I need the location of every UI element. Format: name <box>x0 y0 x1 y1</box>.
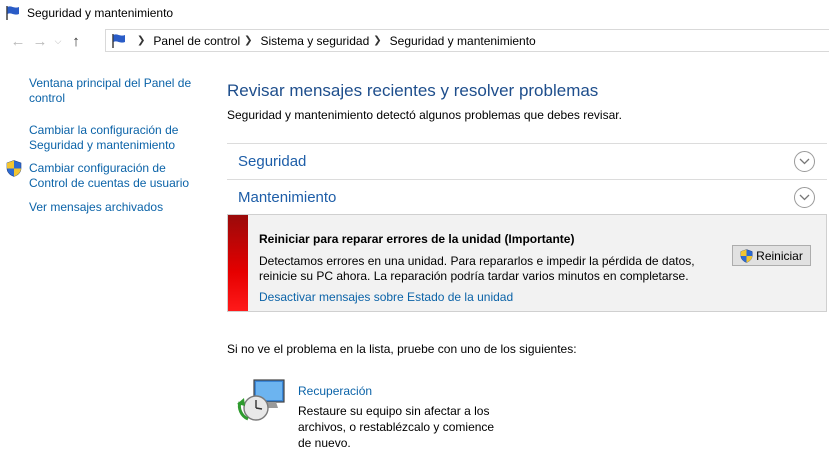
severity-bar <box>228 215 248 311</box>
up-button[interactable]: ↑ <box>65 30 87 52</box>
address-bar[interactable]: ❯ Panel de control ❯ Sistema y seguridad… <box>105 29 829 52</box>
restart-button[interactable]: Reiniciar <box>732 245 811 266</box>
back-button[interactable]: ← <box>7 30 29 52</box>
sidebar: Ventana principal del Panel de control C… <box>0 56 205 473</box>
restart-button-label: Reiniciar <box>756 248 803 263</box>
sidebar-link-change-security-settings[interactable]: Cambiar la configuración de Seguridad y … <box>29 123 199 153</box>
disable-messages-link[interactable]: Desactivar mensajes sobre Estado de la u… <box>259 290 513 304</box>
chevron-down-icon <box>799 158 810 165</box>
arrow-right-icon: → <box>32 32 48 50</box>
alert-panel: Reiniciar para reparar errores de la uni… <box>227 214 827 312</box>
window-title: Seguridad y mantenimiento <box>27 6 174 20</box>
recovery-icon <box>237 379 285 421</box>
section-maintenance[interactable]: Mantenimiento <box>227 179 827 215</box>
uac-shield-icon <box>740 248 753 263</box>
section-security[interactable]: Seguridad <box>227 143 827 179</box>
chevron-right-icon[interactable]: ❯ <box>373 35 381 46</box>
flag-icon <box>112 33 125 48</box>
flag-icon <box>6 6 19 20</box>
chevron-right-icon: ❯ <box>137 35 146 46</box>
breadcrumb-item[interactable]: Seguridad y mantenimiento <box>390 34 536 48</box>
title-bar: Seguridad y mantenimiento <box>0 0 829 26</box>
uac-shield-icon <box>6 160 22 177</box>
alert-title: Reiniciar para reparar errores de la uni… <box>259 232 575 246</box>
arrow-left-icon: ← <box>10 32 26 50</box>
sidebar-link-control-panel-home[interactable]: Ventana principal del Panel de control <box>29 76 199 106</box>
forward-button[interactable]: → <box>29 30 51 52</box>
page-title: Revisar mensajes recientes y resolver pr… <box>227 81 599 100</box>
alert-description: Detectamos errores en una unidad. Para r… <box>259 254 695 283</box>
recovery-link[interactable]: Recuperación <box>298 384 372 398</box>
chevron-down-icon: ⌵ <box>54 35 62 46</box>
navigation-bar: ← → ⌵ ↑ ❯ Panel de control ❯ Sistema y s… <box>0 26 829 56</box>
breadcrumb-item[interactable]: Sistema y seguridad <box>261 34 370 48</box>
sidebar-link-archived-messages[interactable]: Ver mensajes archivados <box>29 200 199 215</box>
sidebar-link-uac-settings[interactable]: Cambiar configuración de Control de cuen… <box>29 161 199 191</box>
recent-locations-button[interactable]: ⌵ <box>51 30 65 52</box>
section-title: Seguridad <box>238 153 307 170</box>
expand-button[interactable] <box>794 151 815 172</box>
chevron-right-icon[interactable]: ❯ <box>244 35 252 46</box>
page-subtitle: Seguridad y mantenimiento detectó alguno… <box>227 108 622 122</box>
troubleshoot-hint: Si no ve el problema en la lista, pruebe… <box>227 342 577 356</box>
arrow-up-icon: ↑ <box>72 32 80 50</box>
section-title: Mantenimiento <box>238 189 337 206</box>
recovery-description: Restaure su equipo sin afectar a los arc… <box>298 404 495 450</box>
chevron-down-icon <box>799 194 810 201</box>
breadcrumb-item[interactable]: Panel de control <box>153 34 240 48</box>
collapse-button[interactable] <box>794 187 815 208</box>
